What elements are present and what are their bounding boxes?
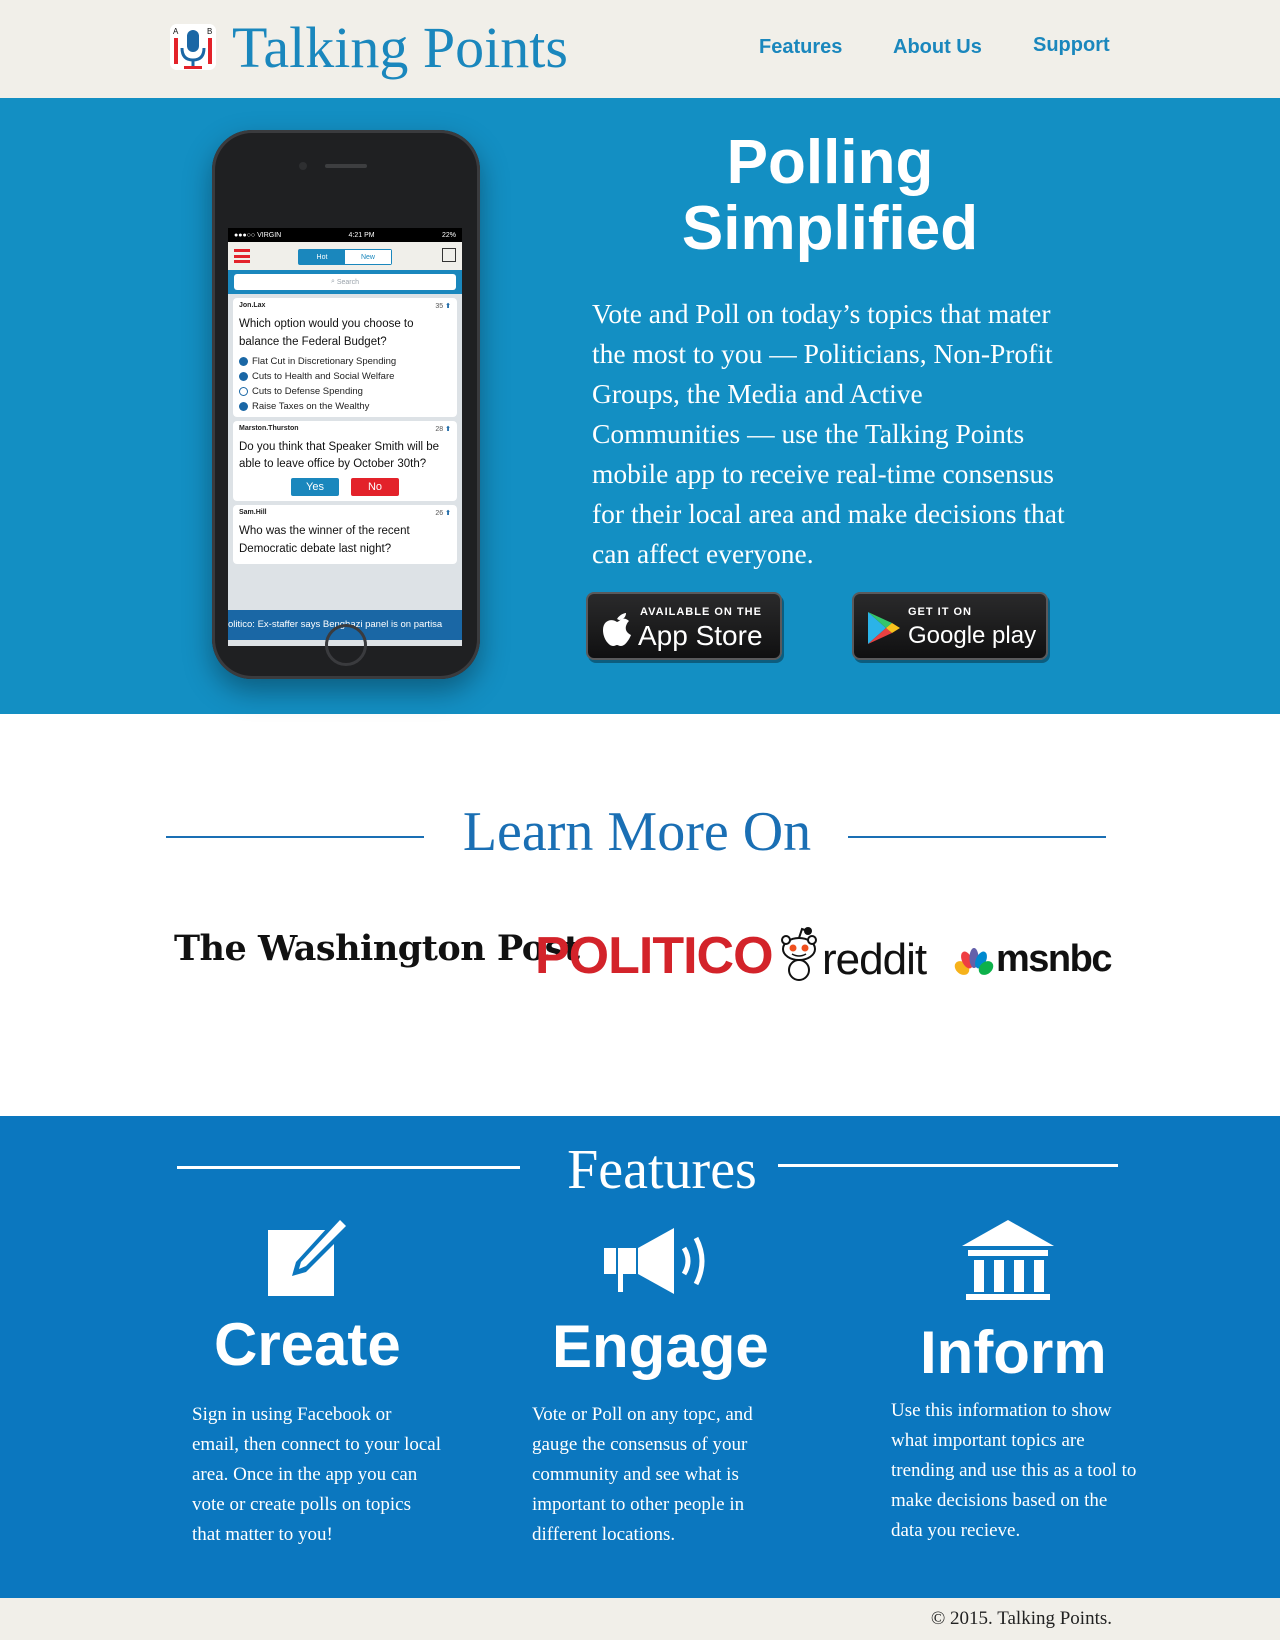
politico-logo[interactable]: POLITICO: [535, 926, 774, 986]
poll-card[interactable]: Sam.Hill 26 ⬆ Who was the winner of the …: [233, 505, 457, 564]
status-bar: ●●●○○ VIRGIN 4:21 PM 22%: [228, 228, 462, 242]
app-store-big-text: App Store: [638, 620, 763, 651]
tab-new[interactable]: New: [345, 250, 391, 264]
status-battery: 22%: [441, 231, 456, 239]
upvote-arrow-icon[interactable]: ⬆: [445, 510, 451, 517]
no-button[interactable]: No: [351, 478, 399, 497]
poll-count: 28: [435, 425, 444, 433]
status-time: 4:21 PM: [348, 231, 375, 239]
reddit-alien-icon[interactable]: [780, 926, 818, 982]
poll-user: Jon.Lax: [239, 302, 266, 309]
search-placeholder: Search: [336, 278, 360, 286]
poll-card[interactable]: Marston.Thurston 28 ⬆ Do you think that …: [233, 420, 457, 502]
nav-about-us-link[interactable]: About Us: [893, 36, 982, 59]
search-bar: ⌕ Search: [228, 270, 462, 294]
learn-more-divider-left: [166, 836, 424, 838]
msnbc-logo[interactable]: msnbc: [996, 938, 1112, 981]
app-bar: Hot New: [228, 242, 462, 270]
upvote-arrow-icon[interactable]: ⬆: [445, 426, 451, 433]
poll-question: Who was the winner of the recent Democra…: [239, 525, 410, 556]
poll-option[interactable]: Cuts to Health and Social Welfare: [239, 371, 451, 382]
phone-screen: ●●●○○ VIRGIN 4:21 PM 22% Hot New ⌕ Searc…: [228, 228, 462, 646]
features-divider-right: [778, 1164, 1118, 1167]
poll-option[interactable]: Flat Cut in Discretionary Spending: [239, 356, 451, 367]
poll-card[interactable]: Jon.Lax 35 ⬆ Which option would you choo…: [233, 298, 457, 417]
google-play-small-text: GET IT ON: [908, 606, 972, 618]
phone-speaker: [325, 164, 367, 168]
tab-hot[interactable]: Hot: [299, 250, 345, 264]
logo-title[interactable]: Talking Points: [232, 10, 568, 85]
features-title: Features: [567, 1139, 757, 1201]
app-store-button[interactable]: AVAILABLE ON THE App Store: [586, 592, 782, 660]
learn-more-title: Learn More On: [462, 801, 812, 863]
nbc-peacock-icon[interactable]: [954, 948, 994, 976]
poll-user: Sam.Hill: [239, 509, 267, 517]
hero-title: Polling Simplified: [681, 128, 979, 263]
hero-description: Vote and Poll on today’s topics that mat…: [592, 298, 1065, 569]
edit-icon: [268, 1216, 350, 1296]
google-play-button[interactable]: GET IT ON Google play: [852, 592, 1048, 660]
svg-text:B: B: [207, 27, 212, 36]
bank-icon: [962, 1220, 1054, 1300]
poll-option[interactable]: Raise Taxes on the Wealthy: [239, 401, 451, 412]
feature-inform-text: Use this information to show what import…: [891, 1400, 1137, 1541]
poll-user: Marston.Thurston: [239, 424, 299, 432]
poll-count: 26: [435, 510, 444, 518]
google-play-icon: [868, 612, 900, 644]
yes-button[interactable]: Yes: [291, 478, 339, 497]
phone-camera: [299, 162, 307, 170]
svg-text:A: A: [173, 27, 179, 36]
hamburger-menu-icon[interactable]: [234, 249, 250, 263]
poll-option[interactable]: Cuts to Defense Spending: [239, 386, 451, 397]
feature-engage-text: Vote or Poll on any topc, and gauge the …: [532, 1404, 753, 1545]
poll-question: Which option would you choose to balance…: [239, 318, 414, 348]
washington-post-logo[interactable]: The Washington Post: [174, 928, 580, 969]
nav-support-link[interactable]: Support: [1033, 34, 1110, 57]
feature-engage-title: Engage: [552, 1313, 769, 1380]
status-carrier: ●●●○○ VIRGIN: [234, 231, 282, 239]
poll-count: 35: [435, 303, 444, 310]
compose-icon[interactable]: [442, 248, 456, 262]
nav-features-link[interactable]: Features: [759, 36, 842, 59]
google-play-big-text: Google play: [908, 622, 1037, 649]
learn-more-divider-right: [848, 836, 1106, 838]
logo-microphone-icon[interactable]: A B: [170, 24, 216, 70]
apple-icon: [603, 613, 631, 646]
upvote-arrow-icon[interactable]: ⬆: [445, 303, 451, 310]
features-section: Features Create Sign in using Facebook o…: [0, 1116, 1280, 1598]
search-input[interactable]: ⌕ Search: [234, 274, 456, 290]
hot-new-segmented-control: Hot New: [298, 249, 392, 265]
phone-mockup: ●●●○○ VIRGIN 4:21 PM 22% Hot New ⌕ Searc…: [212, 130, 480, 679]
feature-inform-title: Inform: [920, 1319, 1107, 1386]
feature-create-text: Sign in using Facebook or email, then co…: [192, 1404, 442, 1545]
radio-dot-icon: [239, 401, 248, 411]
reddit-logo[interactable]: reddit: [822, 935, 927, 985]
feature-create-title: Create: [214, 1311, 401, 1378]
features-divider-left: [177, 1166, 520, 1169]
app-store-small-text: AVAILABLE ON THE: [640, 606, 762, 618]
megaphone-icon: [604, 1228, 705, 1294]
hero-section: ●●●○○ VIRGIN 4:21 PM 22% Hot New ⌕ Searc…: [0, 98, 1280, 714]
poll-question: Do you think that Speaker Smith will be …: [239, 440, 440, 471]
phone-home-button: [325, 624, 367, 666]
radio-empty-icon: [239, 386, 248, 396]
radio-dot-icon: [239, 371, 248, 381]
site-header: A B Talking Points Features About Us Sup…: [0, 0, 1280, 98]
copyright-text: © 2015. Talking Points.: [930, 1608, 1112, 1629]
site-footer: © 2015. Talking Points.: [0, 1598, 1280, 1640]
radio-dot-icon: [239, 356, 248, 366]
